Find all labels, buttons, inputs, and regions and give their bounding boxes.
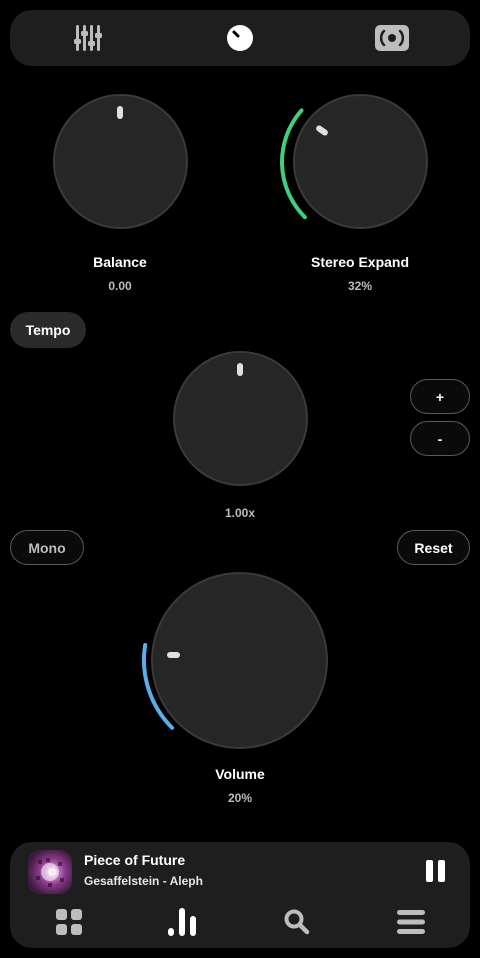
grid-icon <box>56 909 82 935</box>
tempo-value: 1.00x <box>224 506 256 520</box>
tab-equalizer[interactable] <box>48 10 128 66</box>
stereo-expand-knob[interactable] <box>293 94 428 229</box>
top-tab-bar <box>10 10 470 66</box>
pause-icon <box>426 860 433 882</box>
stereo-expand-knob-indicator <box>314 124 330 137</box>
tempo-knob-indicator <box>237 363 243 376</box>
tempo-plus-button[interactable]: + <box>410 379 470 414</box>
nav-search[interactable] <box>277 904 317 940</box>
knob-icon <box>227 25 253 51</box>
tempo-label-button[interactable]: Tempo <box>10 312 86 348</box>
tempo-knob[interactable] <box>173 351 308 486</box>
volume-knob[interactable] <box>151 572 328 749</box>
balance-knob-indicator <box>117 106 123 119</box>
mono-button[interactable]: Mono <box>10 530 84 565</box>
balance-label: Balance <box>93 254 147 270</box>
tempo-minus-button[interactable]: - <box>410 421 470 456</box>
tab-knobs[interactable] <box>200 10 280 66</box>
volume-value: 20% <box>227 791 253 805</box>
balance-knob[interactable] <box>53 94 188 229</box>
reset-button[interactable]: Reset <box>397 530 470 565</box>
menu-icon <box>397 910 425 934</box>
mini-player[interactable]: Piece of Future Gesaffelstein - Aleph <box>10 842 470 948</box>
track-title[interactable]: Piece of Future <box>84 852 185 868</box>
volume-label: Volume <box>215 766 265 782</box>
stereo-expand-label: Stereo Expand <box>310 254 410 270</box>
speaker-surround-icon <box>375 25 409 51</box>
equalizer-sliders-icon <box>74 25 102 51</box>
nav-menu[interactable] <box>391 904 431 940</box>
nav-library[interactable] <box>49 904 89 940</box>
tab-surround[interactable] <box>352 10 432 66</box>
balance-value: 0.00 <box>108 279 132 293</box>
search-icon <box>284 909 310 935</box>
volume-knob-indicator <box>167 652 180 658</box>
nav-equalizer[interactable] <box>163 904 203 940</box>
album-art[interactable] <box>28 850 72 894</box>
pause-button[interactable] <box>426 860 446 882</box>
bars-chart-icon <box>168 908 196 936</box>
stereo-expand-value: 32% <box>347 279 373 293</box>
track-artist[interactable]: Gesaffelstein - Aleph <box>84 874 203 888</box>
